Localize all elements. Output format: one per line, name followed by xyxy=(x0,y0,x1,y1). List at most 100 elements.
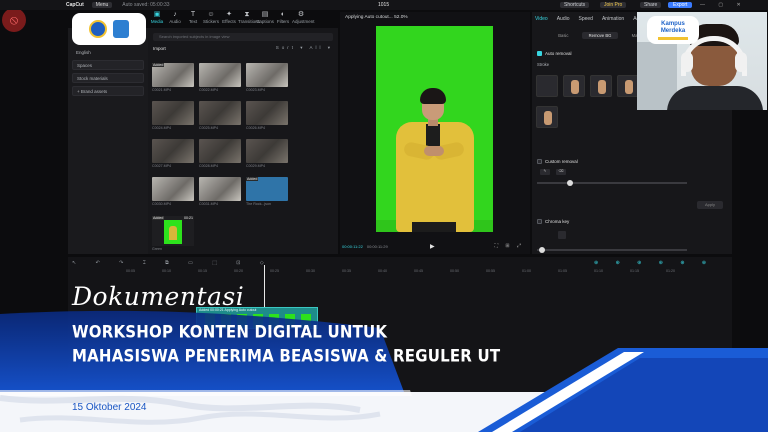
logo-underline xyxy=(658,36,688,40)
stroke-style-4[interactable] xyxy=(536,106,558,128)
timeline-ruler[interactable]: 00:05 00:10 00:15 00:20 00:25 00:30 00:35 00:40… xyxy=(70,268,730,276)
play-icon[interactable]: ▶ xyxy=(430,243,435,250)
chroma-key-toggle[interactable]: Chroma key xyxy=(537,219,569,224)
media-search-input[interactable]: Search imported subjects in image view xyxy=(153,33,333,41)
checkbox-unchecked-icon xyxy=(537,219,542,224)
filters-icon: ◐ xyxy=(280,11,286,18)
window-controls[interactable]: — ▢ ✕ xyxy=(700,2,747,8)
toolbar-effects[interactable]: ✦ Effects xyxy=(220,11,238,27)
timeline-edit-tools[interactable]: ↖ ↶ ↷ ⌶ ⧉ ▭ ⬚ ⊡ ◇ xyxy=(72,260,273,266)
media-filename: C0024.MP4 xyxy=(152,126,171,130)
app-titlebar: CapCut Menu Auto saved: 05:00:33 1015 Sh… xyxy=(0,0,768,10)
tab-video[interactable]: Video xyxy=(535,16,548,22)
media-thumbnail[interactable]: Added xyxy=(246,177,288,201)
media-thumbnail[interactable] xyxy=(152,101,194,125)
stroke-none-swatch[interactable] xyxy=(536,75,558,97)
person-preview xyxy=(169,226,177,240)
toolbar-label: Audio xyxy=(169,19,181,24)
timeline-zoom-tools[interactable]: ⊕ ⊕ ⊕ ⊕ ⊕ ⊕ xyxy=(594,260,714,266)
headphone-ear-left xyxy=(681,52,693,72)
person-hands xyxy=(424,146,444,156)
checkbox-unchecked-icon xyxy=(537,159,542,164)
tab-speed[interactable]: Speed xyxy=(579,16,593,22)
ruler-tick-label: 01:10 xyxy=(594,269,603,273)
ruler-tick-label: 00:35 xyxy=(342,269,351,273)
apply-button[interactable]: Apply xyxy=(697,201,723,209)
media-thumbnail[interactable] xyxy=(199,139,241,163)
media-thumbnail[interactable] xyxy=(246,139,288,163)
brush-size-slider[interactable] xyxy=(537,180,687,186)
green-screen-clip-thumb[interactable]: Added 00:21 xyxy=(152,216,194,246)
fullscreen-ratio-controls[interactable]: ⛶ ⊞ ⤢ xyxy=(495,243,524,249)
menu-button[interactable]: Menu xyxy=(91,2,113,8)
toolbar-label: Text xyxy=(188,19,198,24)
banner-title-line-2: MAHASISWA PENERIMA BEASISWA & REGULER UT xyxy=(72,346,501,366)
toolbar-label: Stickers xyxy=(202,19,219,24)
media-thumbnail[interactable] xyxy=(246,63,288,87)
import-button[interactable]: Import xyxy=(153,46,166,51)
ruler-tick-label: 00:55 xyxy=(486,269,495,273)
checkbox-checked-icon xyxy=(537,51,542,56)
sort-filter-controls[interactable]: Sort ▾ All ▾ xyxy=(276,45,333,51)
toolbar-label: Captions xyxy=(256,19,274,24)
nav-item-spaces[interactable]: Spaces xyxy=(72,60,144,70)
toolbar-filters[interactable]: ◐ Filters xyxy=(274,11,292,27)
toolbar-audio[interactable]: ♪ Audio xyxy=(166,11,184,27)
stroke-style-1[interactable] xyxy=(563,75,585,97)
ut-logo-icon xyxy=(113,20,129,38)
media-thumbnail[interactable] xyxy=(199,177,241,201)
tab-animation[interactable]: Animation xyxy=(602,16,624,22)
eraser-tool-button[interactable]: ⌫ xyxy=(556,169,566,175)
media-thumbnail[interactable]: Added xyxy=(152,63,194,87)
ruler-tick-label: 01:15 xyxy=(630,269,639,273)
toolbar-captions[interactable]: ▤ Captions xyxy=(256,11,274,27)
brush-tool-button[interactable]: ✎ xyxy=(540,169,550,175)
toolbar-stickers[interactable]: ☺ Stickers xyxy=(202,11,220,27)
ruler-tick-label: 00:20 xyxy=(234,269,243,273)
join-pro-button[interactable]: Join Pro xyxy=(600,2,627,8)
shortcuts-button[interactable]: Shortcuts xyxy=(560,2,590,8)
auto-removal-label: Auto removal xyxy=(545,51,572,56)
nav-item-language[interactable]: English xyxy=(72,48,144,58)
intensity-slider[interactable] xyxy=(537,247,687,253)
added-badge: Added xyxy=(152,216,165,220)
banner-date: 15 Oktober 2024 xyxy=(72,402,147,413)
slider-knob[interactable] xyxy=(567,180,573,186)
media-thumbnail[interactable] xyxy=(199,63,241,87)
toolbar-text[interactable]: T Text xyxy=(184,11,202,27)
media-filename: C0021.MP4 xyxy=(152,88,171,92)
share-button[interactable]: Share xyxy=(640,2,662,8)
media-thumbnail[interactable] xyxy=(199,101,241,125)
added-badge: Added xyxy=(246,177,259,181)
custom-removal-toggle[interactable]: Custom removal xyxy=(537,159,578,164)
text-icon: T xyxy=(190,11,196,18)
subtab-basic[interactable]: Basic xyxy=(545,32,582,39)
media-thumbnail[interactable] xyxy=(246,101,288,125)
stroke-style-3[interactable] xyxy=(617,75,639,97)
stroke-style-2[interactable] xyxy=(590,75,612,97)
person-pants xyxy=(412,222,456,232)
toolbar-transitions[interactable]: ⧗ Transitions xyxy=(238,11,260,27)
toolbar-media[interactable]: ▣ Media xyxy=(148,11,166,27)
banner-title-line-1: WORKSHOP KONTEN DIGITAL UNTUK xyxy=(72,322,388,342)
slider-knob[interactable] xyxy=(539,247,545,253)
person-hair xyxy=(420,88,446,104)
auto-removal-toggle[interactable]: Auto removal xyxy=(537,51,572,56)
media-thumbnail[interactable] xyxy=(152,177,194,201)
export-button[interactable]: Export xyxy=(668,2,693,8)
toolbar-adjustment[interactable]: ⚙ Adjustment xyxy=(292,11,315,27)
nav-item-brand-assets[interactable]: + Brand assets xyxy=(72,86,144,96)
presenter-body xyxy=(667,86,763,110)
inspector-tabs: Video Audio Speed Animation Adjust xyxy=(535,16,647,22)
media-thumbnail[interactable] xyxy=(152,139,194,163)
green-screen-preview-canvas[interactable] xyxy=(376,26,493,232)
banner-white-stripe xyxy=(0,390,412,396)
subtab-remove-bg[interactable]: Remove BG xyxy=(581,32,619,39)
effects-icon: ✦ xyxy=(226,11,232,18)
mic-muted-icon[interactable]: ⦸ xyxy=(2,8,26,32)
nav-item-stock-materials[interactable]: Stock materials xyxy=(72,73,144,83)
tab-audio[interactable]: Audio xyxy=(557,16,570,22)
ruler-tick-label: 00:10 xyxy=(162,269,171,273)
timeline-toolbar: ↖ ↶ ↷ ⌶ ⧉ ▭ ⬚ ⊡ ◇ ⊕ ⊕ ⊕ ⊕ ⊕ ⊕ xyxy=(70,260,730,268)
color-picker-button[interactable] xyxy=(558,231,566,239)
